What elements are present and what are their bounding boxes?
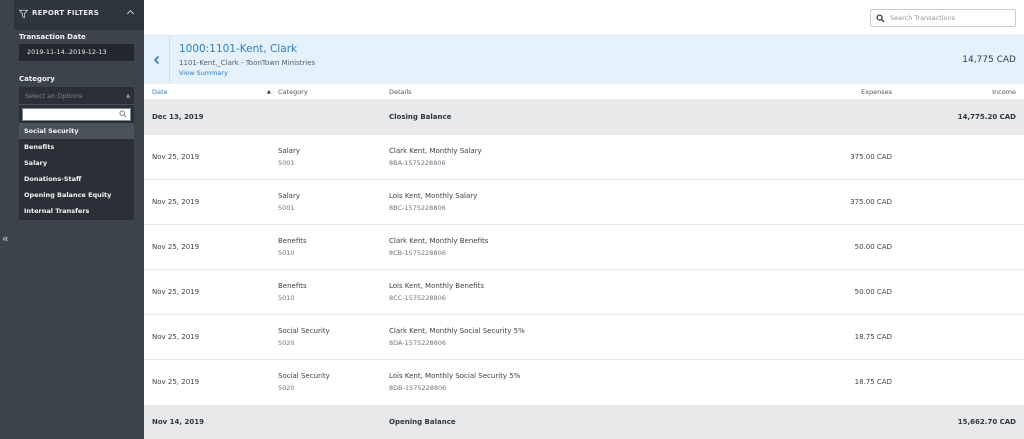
category-option[interactable]: Salary [19,155,134,171]
row-category-code: 5010 [278,294,295,302]
row-amount: 14,775.20 CAD [957,113,1016,121]
column-header-date[interactable]: Date [152,88,168,96]
chevron-left-icon [153,55,160,65]
row-expense: 50.00 CAD [854,288,892,296]
row-amount: 15,662.70 CAD [957,418,1016,426]
row-details: Clark Kent, Monthly Salary [389,147,482,155]
category-option[interactable]: Benefits [19,139,134,155]
row-category: Salary [278,192,300,200]
row-reference: 8DA-1575228806 [389,339,447,347]
row-date: Nov 25, 2019 [152,243,200,251]
row-category-code: 5020 [278,339,295,347]
category-search-input[interactable] [22,108,131,121]
row-date: Nov 25, 2019 [152,153,200,161]
sidebar-gutter: « [0,0,14,439]
row-reference: 8CB-1575228806 [389,249,446,257]
search-placeholder: Search Transactions [890,14,955,22]
account-total: 14,775 CAD [962,55,1016,65]
opening-balance-row: Nov 14, 2019 Opening Balance 15,662.70 C… [144,406,1024,439]
category-placeholder: Select an Options [25,92,83,100]
row-category: Benefits [278,282,307,290]
table-row[interactable]: Nov 25, 2019 Salary 5001 Lois Kent, Mont… [144,180,1024,225]
column-header-category[interactable]: Category [278,88,308,96]
filters-title: REPORT FILTERS [32,9,100,17]
row-reference: 8BC-1575228806 [389,204,446,212]
row-date: Nov 25, 2019 [152,378,200,386]
row-category-code: 5010 [278,249,295,257]
row-details: Clark Kent, Monthly Social Security 5% [389,327,525,335]
category-option[interactable]: Opening Balance Equity [19,187,134,203]
row-category-code: 5001 [278,159,295,167]
filter-icon [19,9,28,19]
row-date: Dec 13, 2019 [152,113,204,121]
table-row[interactable]: Nov 25, 2019 Social Security 5020 Clark … [144,315,1024,360]
caret-up-icon: ▲ [126,93,130,99]
row-reference: 8BA-1575228806 [389,159,446,167]
row-details: Lois Kent, Monthly Social Security 5% [389,372,521,380]
search-icon [876,14,885,23]
row-label: Closing Balance [389,113,452,121]
category-dropdown: Social Security Benefits Salary Donation… [19,105,134,220]
search-transactions-input[interactable]: Search Transactions [870,9,1016,27]
category-label: Category [19,75,55,83]
category-option[interactable]: Donations-Staff [19,171,134,187]
category-option[interactable]: Internal Transfers [19,203,134,219]
table-row[interactable]: Nov 25, 2019 Social Security 5020 Lois K… [144,360,1024,406]
sort-asc-icon[interactable]: ▲ [267,89,271,95]
row-reference: 8CC-1575228806 [389,294,446,302]
column-header-expenses[interactable]: Expenses [861,88,892,96]
row-expense: 18.75 CAD [854,378,892,386]
column-header-details[interactable]: Details [389,88,412,96]
row-reference: 8DB-1575228806 [389,384,447,392]
row-expense: 375.00 CAD [850,198,892,206]
top-bar: Search Transactions [144,0,1024,36]
row-date: Nov 25, 2019 [152,198,200,206]
search-icon [119,110,127,118]
row-date: Nov 14, 2019 [152,418,204,426]
row-details: Lois Kent, Monthly Salary [389,192,478,200]
row-expense: 375.00 CAD [850,153,892,161]
view-summary-link[interactable]: View Summary [179,69,228,77]
row-label: Opening Balance [389,418,456,426]
transaction-date-field[interactable]: 2019-11-14..2019-12-13 [19,44,134,61]
account-header: 1000:1101-Kent, Clark 1101-Kent,_Clark -… [144,36,1024,84]
row-category: Benefits [278,237,307,245]
row-category-code: 5001 [278,204,295,212]
row-category-code: 5020 [278,384,295,392]
account-subtitle: 1101-Kent,_Clark - ToonTown Ministries [179,59,316,67]
row-details: Lois Kent, Monthly Benefits [389,282,484,290]
filters-sidebar: REPORT FILTERS Transaction Date 2019-11-… [14,0,144,439]
transaction-date-label: Transaction Date [19,33,86,41]
table-header: Date ▲ Category Details Expenses Income [144,84,1024,100]
table-row[interactable]: Nov 25, 2019 Benefits 5010 Lois Kent, Mo… [144,270,1024,315]
collapse-sidebar-icon[interactable]: « [2,233,9,245]
row-category: Social Security [278,327,330,335]
row-category: Salary [278,147,300,155]
table-row[interactable]: Nov 25, 2019 Salary 5001 Clark Kent, Mon… [144,135,1024,180]
filters-header[interactable]: REPORT FILTERS [14,0,144,30]
category-select[interactable]: Select an Options ▲ [19,87,134,105]
account-name[interactable]: 1000:1101-Kent, Clark [179,43,297,55]
row-date: Nov 25, 2019 [152,288,200,296]
row-date: Nov 25, 2019 [152,333,200,341]
row-expense: 18.75 CAD [854,333,892,341]
column-header-income[interactable]: Income [992,88,1016,96]
closing-balance-row: Dec 13, 2019 Closing Balance 14,775.20 C… [144,100,1024,135]
category-option[interactable]: Social Security [19,123,134,139]
chevron-up-icon[interactable] [126,8,135,17]
table-row[interactable]: Nov 25, 2019 Benefits 5010 Clark Kent, M… [144,225,1024,270]
row-category: Social Security [278,372,330,380]
row-expense: 50.00 CAD [854,243,892,251]
back-button[interactable] [144,36,170,84]
row-details: Clark Kent, Monthly Benefits [389,237,489,245]
